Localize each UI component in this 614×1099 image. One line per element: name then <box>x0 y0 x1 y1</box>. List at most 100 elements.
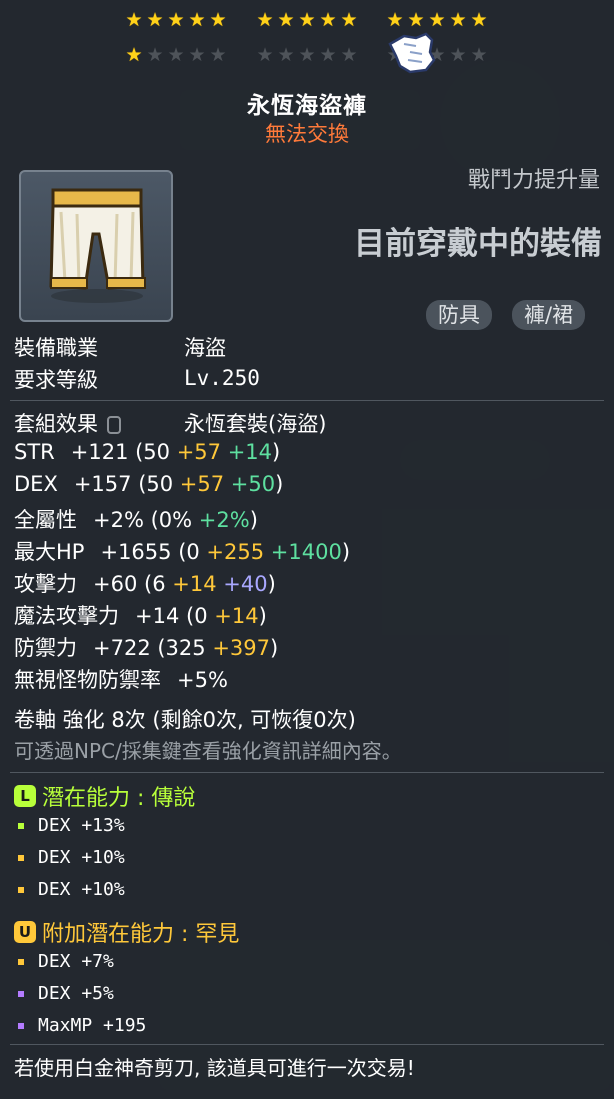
stat-close: ) <box>258 604 267 628</box>
item-name: 永恆海盜褲 <box>247 93 367 119</box>
star-empty-icon: ★ <box>188 44 206 66</box>
bullet-icon <box>18 1022 24 1029</box>
stat-close: ) <box>275 472 284 496</box>
stat-base: (50 <box>131 472 180 496</box>
star-icon: ★ <box>167 9 185 31</box>
stat-row: 最大HP +1655 (0 +255 +1400) <box>14 536 350 566</box>
star-icon: ★ <box>298 9 316 31</box>
stat-row: 無視怪物防禦率 +5% <box>14 664 228 694</box>
stat-base: (6 <box>137 572 173 596</box>
stat-total: +157 <box>73 472 132 496</box>
stat-name: STR <box>14 440 55 464</box>
scroll-info: 卷軸 強化 8次 (剩餘0次, 可恢復0次) <box>14 708 356 732</box>
tag-armor: 防具 <box>426 300 492 330</box>
potential-title-text: 潛在能力 : 傳說 <box>42 786 196 811</box>
bullet-icon <box>18 990 24 997</box>
stat-bonus-flame: +255 <box>206 540 265 564</box>
star-icon: ★ <box>209 9 227 31</box>
additional-potential-title: U 附加潛在能力 : 罕見 <box>14 916 239 948</box>
stat-close: ) <box>267 572 276 596</box>
stat-name: DEX <box>14 472 58 496</box>
potential-line: DEX +13% <box>18 815 125 836</box>
additional-potential-line: DEX +5% <box>18 983 114 1004</box>
stat-name: 魔法攻擊力 <box>14 604 119 628</box>
stat-name: 無視怪物防禦率 <box>14 668 161 692</box>
star-icon: ★ <box>125 9 143 31</box>
cursor-hand-icon <box>388 32 436 74</box>
stat-total: +722 <box>93 636 151 660</box>
star-icon: ★ <box>407 9 425 31</box>
job-value: 海盜 <box>184 336 226 360</box>
star-empty-icon: ★ <box>319 44 337 66</box>
stat-total: +1655 <box>100 540 172 564</box>
stat-total: +14 <box>135 604 180 628</box>
stat-name: 全屬性 <box>14 508 77 532</box>
stat-bonus-enhance: +2% <box>198 508 250 532</box>
stat-bonus-flame: +14 <box>214 604 259 628</box>
additional-potential-title-text: 附加潛在能力 : 罕見 <box>42 922 240 947</box>
stat-bonus-enhance: +14 <box>221 440 273 464</box>
scissors-note: 若使用白金神奇剪刀, 該道具可進行一次交易! <box>14 1056 415 1080</box>
level-label: 要求等級 <box>14 368 98 392</box>
star-force-row-1: ★ ★ ★ ★ ★ ★ ★ ★ ★ ★ ★ ★ ★ ★ ★ <box>0 10 614 30</box>
divider <box>10 1044 604 1045</box>
item-icon-frame <box>19 170 173 322</box>
item-tooltip: ★★★★★ ★★★★★ ★★★★★ ★★★★★ ★★★★★ ★★★★★ 永恆海盜… <box>0 0 614 1099</box>
star-icon: ★ <box>146 9 164 31</box>
star-icon: ★ <box>428 9 446 31</box>
bullet-icon <box>18 822 24 829</box>
stat-close: ) <box>249 508 258 532</box>
stat-name: 攻擊力 <box>14 572 77 596</box>
additional-potential-line: DEX +7% <box>18 951 114 972</box>
divider <box>10 400 604 401</box>
stat-row: DEX +157 (50 +57 +50) <box>14 472 283 496</box>
star-empty-icon: ★ <box>298 44 316 66</box>
bullet-icon <box>18 854 24 861</box>
stat-total: +5% <box>177 668 228 692</box>
star-empty-icon: ★ <box>340 44 358 66</box>
additional-potential-line: MaxMP +195 <box>18 1015 146 1036</box>
stat-row: 攻擊力 +60 (6 +14 +40) <box>14 568 276 598</box>
level-value: Lv.250 <box>184 366 260 390</box>
stat-close: ) <box>270 636 279 660</box>
unique-grade-icon: U <box>14 921 36 943</box>
lock-icon <box>106 416 121 434</box>
potential-title: L 潛在能力 : 傳說 <box>14 780 195 812</box>
stat-base: (50 <box>128 440 177 464</box>
stat-row: 魔法攻擊力 +14 (0 +14) <box>14 600 267 630</box>
stat-close: ) <box>272 440 281 464</box>
star-icon: ★ <box>470 9 488 31</box>
star-icon: ★ <box>256 9 274 31</box>
stat-base: (0 <box>179 604 215 628</box>
star-icon: ★ <box>125 44 143 66</box>
star-icon: ★ <box>319 9 337 31</box>
bullet-icon <box>18 886 24 893</box>
star-icon: ★ <box>386 9 404 31</box>
star-icon: ★ <box>277 9 295 31</box>
star-empty-icon: ★ <box>167 44 185 66</box>
stat-total: +121 <box>70 440 129 464</box>
stat-bonus-flame: +57 <box>176 440 222 464</box>
equipped-label: 目前穿戴中的裝備 <box>354 226 602 262</box>
set-effect-label: 套組效果 <box>14 408 121 438</box>
stat-total: +2% <box>93 508 144 532</box>
bullet-icon <box>18 958 24 965</box>
stat-total: +60 <box>93 572 138 596</box>
stat-close: ) <box>341 540 351 564</box>
potential-line: DEX +10% <box>18 879 125 900</box>
stat-base: (0% <box>143 508 199 532</box>
star-empty-icon: ★ <box>209 44 227 66</box>
tag-slot: 褲/裙 <box>512 300 586 330</box>
legendary-grade-icon: L <box>14 785 36 807</box>
star-empty-icon: ★ <box>256 44 274 66</box>
trade-status: 無法交換 <box>265 122 349 146</box>
scroll-note: 可透過NPC/採集鍵查看強化資訊詳細內容。 <box>14 739 402 763</box>
set-effect-value: 永恆套裝(海盜) <box>184 412 327 436</box>
stat-row: 全屬性 +2% (0% +2%) <box>14 504 258 534</box>
star-empty-icon: ★ <box>449 44 467 66</box>
stat-bonus-flame: +397 <box>212 636 271 660</box>
divider <box>10 772 604 773</box>
stat-bonus-flame: +57 <box>179 472 225 496</box>
stat-bonus-flame: +14 <box>172 572 217 596</box>
stat-bonus-enhance: +1400 <box>264 540 342 564</box>
